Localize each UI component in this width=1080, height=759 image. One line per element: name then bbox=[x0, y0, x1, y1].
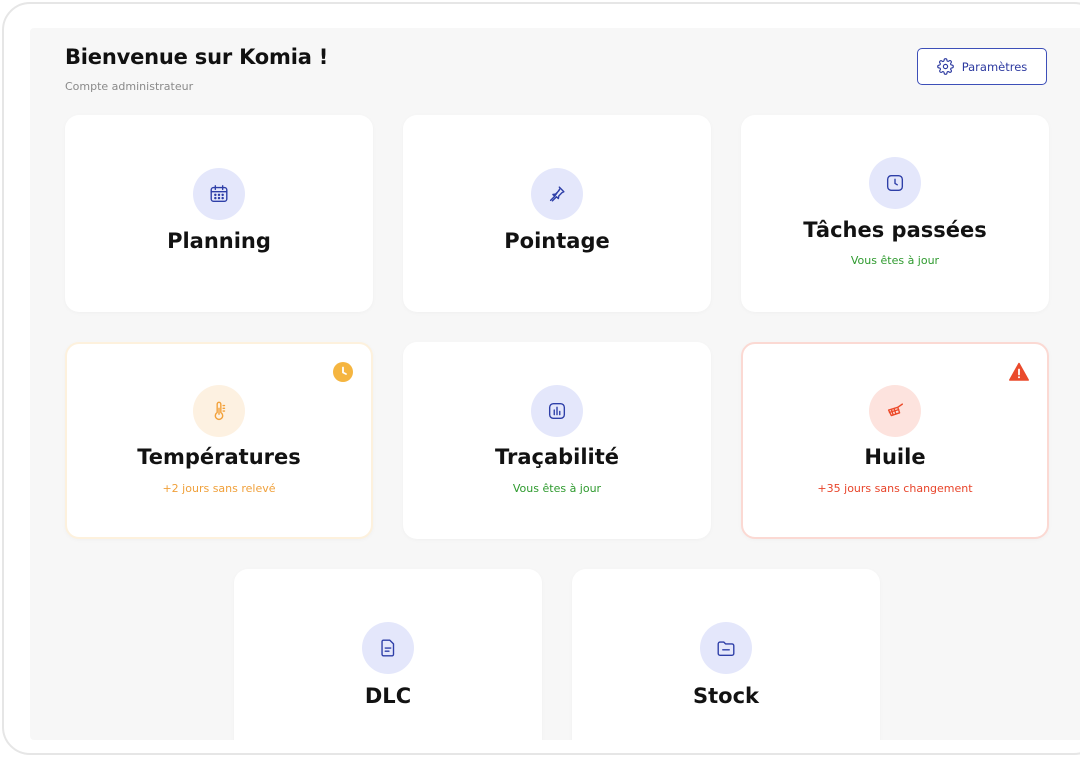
card-planning[interactable]: Planning bbox=[65, 115, 373, 312]
card-status: Vous êtes à jour bbox=[850, 254, 940, 267]
account-subtitle: Compte administrateur bbox=[65, 80, 194, 93]
card-stock[interactable]: Stock bbox=[572, 569, 880, 740]
card-temperatures[interactable]: Températures +2 jours sans relevé bbox=[65, 342, 373, 539]
card-status: +2 jours sans relevé bbox=[162, 482, 276, 495]
card-title: Planning bbox=[167, 229, 271, 253]
settings-button[interactable]: Paramètres bbox=[917, 48, 1047, 85]
card-dlc[interactable]: DLC bbox=[234, 569, 542, 740]
card-huile[interactable]: Huile +35 jours sans changement bbox=[741, 342, 1049, 539]
clock-badge-icon bbox=[333, 362, 353, 382]
card-title: Tâches passées bbox=[803, 218, 987, 242]
thermometer-icon bbox=[193, 385, 245, 437]
card-title: Températures bbox=[137, 445, 301, 469]
document-icon bbox=[362, 622, 414, 674]
card-pointage[interactable]: Pointage bbox=[403, 115, 711, 312]
gear-icon bbox=[936, 58, 954, 75]
dashboard-screen: Bienvenue sur Komia ! Compte administrat… bbox=[30, 28, 1080, 740]
card-taches-passees[interactable]: Tâches passées Vous êtes à jour bbox=[741, 115, 1049, 312]
bar-chart-icon bbox=[531, 385, 583, 437]
card-title: Traçabilité bbox=[494, 445, 620, 469]
pin-icon bbox=[531, 168, 583, 220]
card-title: Pointage bbox=[504, 229, 610, 253]
warning-icon bbox=[1009, 362, 1029, 381]
folder-icon bbox=[700, 622, 752, 674]
card-tracabilite[interactable]: Traçabilité Vous êtes à jour bbox=[403, 342, 711, 539]
clock-icon bbox=[869, 157, 921, 209]
calendar-icon bbox=[193, 168, 245, 220]
page-title: Bienvenue sur Komia ! bbox=[65, 45, 329, 69]
card-status: +35 jours sans changement bbox=[817, 482, 973, 495]
card-status: Vous êtes à jour bbox=[512, 482, 602, 495]
settings-button-label: Paramètres bbox=[961, 59, 1028, 74]
device-frame: Bienvenue sur Komia ! Compte administrat… bbox=[2, 2, 1080, 755]
fryer-basket-icon bbox=[869, 385, 921, 437]
card-title: DLC bbox=[364, 684, 412, 708]
card-title: Huile bbox=[864, 445, 926, 469]
card-title: Stock bbox=[692, 684, 759, 708]
